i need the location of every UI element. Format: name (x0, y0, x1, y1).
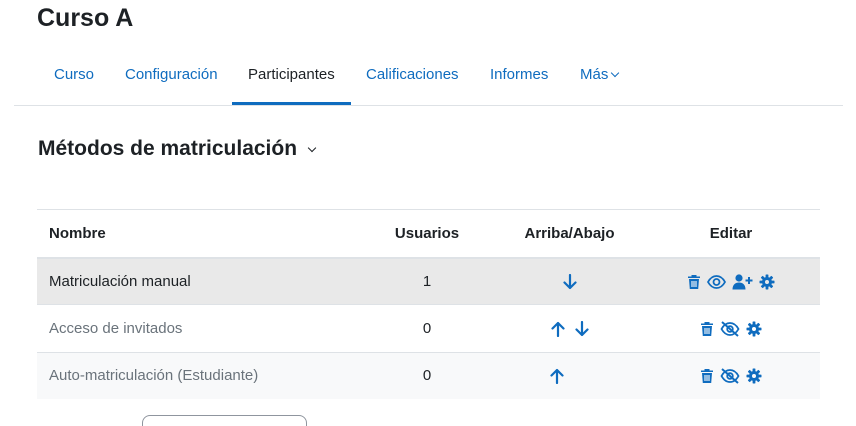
eye-slash-icon[interactable] (720, 321, 740, 337)
course-nav-tabs: Curso Configuración Participantes Califi… (14, 44, 843, 106)
down-arrow-icon[interactable] (574, 321, 589, 337)
updown-cell (497, 352, 642, 399)
table-row: Matriculación manual 1 (37, 256, 820, 305)
course-title: Curso A (37, 4, 134, 32)
up-arrow-icon[interactable] (550, 368, 564, 385)
method-name: Acceso de invitados (37, 304, 357, 353)
eye-icon[interactable] (707, 274, 726, 289)
method-name: Auto-matriculación (Estudiante) (37, 352, 357, 399)
up-arrow-icon[interactable] (550, 321, 565, 338)
tab-mas[interactable]: Más (564, 44, 634, 106)
tab-calificaciones[interactable]: Calificaciones (350, 44, 475, 106)
page-heading-menu[interactable]: Métodos de matriculación (38, 137, 317, 161)
tab-participantes[interactable]: Participantes (232, 44, 351, 105)
user-count: 0 (357, 304, 497, 353)
column-header-updown: Arriba/Abajo (497, 209, 642, 258)
add-method-select[interactable] (142, 415, 307, 426)
edit-cell (642, 256, 820, 305)
chevron-down-icon (611, 68, 620, 78)
updown-cell (497, 304, 642, 353)
column-header-name: Nombre (37, 209, 357, 258)
user-count: 1 (357, 256, 497, 305)
table-header-row: Nombre Usuarios Arriba/Abajo Editar (37, 209, 820, 258)
tab-informes[interactable]: Informes (474, 44, 564, 106)
trash-icon[interactable] (700, 368, 714, 384)
user-plus-icon[interactable] (732, 274, 753, 290)
enrolment-methods-table: Nombre Usuarios Arriba/Abajo Editar Matr… (37, 209, 820, 399)
table-row: Auto-matriculación (Estudiante) 0 (37, 352, 820, 399)
tab-configuracion[interactable]: Configuración (109, 44, 234, 106)
column-header-users: Usuarios (357, 209, 497, 258)
eye-slash-icon[interactable] (720, 368, 740, 385)
updown-cell (497, 256, 642, 305)
gear-icon[interactable] (759, 274, 775, 290)
edit-cell (642, 352, 820, 399)
edit-cell (642, 304, 820, 353)
chevron-down-icon (307, 143, 317, 153)
method-name: Matriculación manual (37, 256, 357, 305)
page-title: Métodos de matriculación (38, 137, 298, 160)
gear-icon[interactable] (746, 321, 762, 337)
trash-icon[interactable] (687, 274, 701, 290)
gear-icon[interactable] (746, 368, 762, 384)
table-row: Acceso de invitados 0 (37, 304, 820, 353)
down-arrow-icon[interactable] (562, 273, 577, 290)
user-count: 0 (357, 352, 497, 399)
tab-curso[interactable]: Curso (38, 44, 110, 106)
tab-mas-label: Más (580, 66, 609, 83)
column-header-edit: Editar (642, 209, 820, 258)
trash-icon[interactable] (700, 321, 714, 337)
